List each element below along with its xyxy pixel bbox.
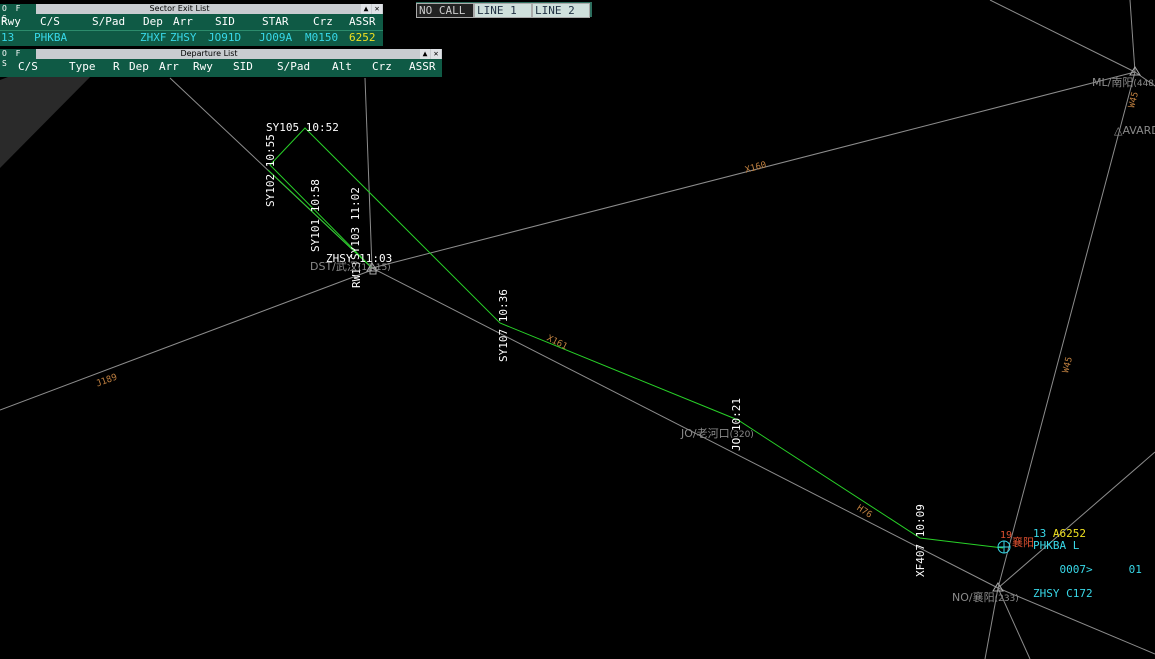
col-crz[interactable]: Crz xyxy=(313,15,333,28)
col-assr[interactable]: ASSR xyxy=(409,60,436,73)
col-assr[interactable]: ASSR xyxy=(349,15,376,28)
col-dep[interactable]: Dep xyxy=(143,15,163,28)
route-label-sy103[interactable]: SY103 11:02 xyxy=(349,187,362,260)
route-label-xf407[interactable]: XF407 10:09 xyxy=(914,504,927,577)
point-name: XF407 xyxy=(914,543,927,577)
sector-exit-list-titlebar[interactable]: O F S Sector Exit List ▲ ✕ xyxy=(0,4,383,23)
airway-n xyxy=(364,77,373,269)
route-label-sy105[interactable]: SY105 10:52 xyxy=(266,121,339,134)
cell-rwy[interactable]: 13 xyxy=(1,31,14,44)
col-star[interactable]: STAR xyxy=(262,15,289,28)
track-rwy: 13 xyxy=(1033,527,1047,540)
cell-star[interactable]: JO09A xyxy=(259,31,292,44)
fix-label-no[interactable]: NO/襄阳(233) xyxy=(952,589,1019,605)
fix-suffix: (13.15) xyxy=(357,263,391,273)
fix-name: DST/武汉 xyxy=(310,260,358,273)
fix-label-ml[interactable]: ML/南阳(448) xyxy=(1092,74,1155,90)
close-icon[interactable]: ✕ xyxy=(431,49,441,59)
track-ssr: A6252 xyxy=(1052,527,1086,540)
track-data-block[interactable]: 13 A6252 PHKBA L 0007> 01 ZHSY C172 xyxy=(1033,528,1142,600)
departure-list-panel: O F S Departure List ▲ ✕ C/S Type R Dep … xyxy=(0,49,442,77)
track-fix-label: 襄阳 xyxy=(1012,536,1034,549)
point-time: 10:55 xyxy=(264,134,277,168)
point-time: 10:58 xyxy=(309,179,322,213)
point-name: SY105 xyxy=(266,121,300,134)
col-rwy[interactable]: Rwy xyxy=(1,15,21,28)
line1-button[interactable]: LINE 1 xyxy=(474,3,532,18)
sector-exit-list-panel: O F S Sector Exit List ▲ ✕ Rwy C/S S/Pad… xyxy=(0,4,383,46)
flight-route xyxy=(269,127,1004,549)
col-sid[interactable]: SID xyxy=(215,15,235,28)
track-callsign[interactable]: PHKBA L xyxy=(1033,540,1142,552)
col-arr[interactable]: Arr xyxy=(159,60,179,73)
route-label-sy107[interactable]: SY107 10:36 xyxy=(497,289,510,362)
track-destination: ZHSY C172 xyxy=(1033,587,1093,600)
fix-name: ML/南阳 xyxy=(1092,76,1134,89)
col-spad[interactable]: S/Pad xyxy=(92,15,125,28)
cell-sid[interactable]: JO91D xyxy=(208,31,241,44)
point-time: 11:02 xyxy=(349,187,362,221)
line2-button[interactable]: LINE 2 xyxy=(532,3,590,18)
cell-crz[interactable]: M0150 xyxy=(305,31,338,44)
fix-label-jo[interactable]: JO/老河口(320) xyxy=(681,425,754,441)
fix-name: AVARD xyxy=(1122,124,1155,137)
col-r[interactable]: R xyxy=(113,60,120,73)
table-header: C/S Type R Dep Arr Rwy SID S/Pad Alt Crz… xyxy=(0,60,442,75)
point-time: 10:09 xyxy=(914,504,927,538)
airway-j189 xyxy=(0,269,373,411)
col-rwy[interactable]: Rwy xyxy=(193,60,213,73)
col-cs[interactable]: C/S xyxy=(18,60,38,73)
airway-w45 xyxy=(997,71,1136,589)
track-level: 0007> xyxy=(1059,563,1093,576)
airway-w45-north xyxy=(1129,0,1136,73)
panel-title: Sector Exit List xyxy=(149,4,210,13)
col-spad[interactable]: S/Pad xyxy=(277,60,310,73)
collapse-icon[interactable]: ▲ xyxy=(420,49,430,59)
close-icon[interactable]: ✕ xyxy=(372,4,382,14)
fix-name: JO/老河口 xyxy=(681,427,730,440)
departure-list-titlebar[interactable]: O F S Departure List ▲ ✕ xyxy=(0,49,442,68)
col-type[interactable]: Type xyxy=(69,60,96,73)
point-name: SY107 xyxy=(497,328,510,362)
col-sid[interactable]: SID xyxy=(233,60,253,73)
sector-shading xyxy=(0,65,95,168)
point-name: SY101 xyxy=(309,218,322,252)
table-row[interactable]: 13 PHKBA ZHXF ZHSY JO91D JO09A M0150 625… xyxy=(0,31,383,45)
col-arr[interactable]: Arr xyxy=(173,15,193,28)
col-alt[interactable]: Alt xyxy=(332,60,352,73)
airway-ne xyxy=(989,0,1136,73)
track-leader-label: 19 xyxy=(1000,530,1013,541)
point-time: 10:52 xyxy=(305,121,339,134)
point-time: 10:36 xyxy=(497,289,510,323)
fix-label-avard[interactable]: △AVARD xyxy=(1114,124,1155,137)
cell-dep[interactable]: ZHXF xyxy=(140,31,167,44)
cell-arr[interactable]: ZHSY xyxy=(170,31,197,44)
cell-cs[interactable]: PHKBA xyxy=(34,31,67,44)
aircraft-target[interactable] xyxy=(997,540,1011,554)
collapse-icon[interactable]: ▲ xyxy=(361,4,371,14)
route-label-sy102[interactable]: SY102 10:55 xyxy=(264,134,277,207)
cell-assr[interactable]: 6252 xyxy=(349,31,376,44)
col-cs[interactable]: C/S xyxy=(40,15,60,28)
table-header: Rwy C/S S/Pad Dep Arr SID STAR Crz ASSR xyxy=(0,15,383,31)
fix-suffix: (448) xyxy=(1133,79,1155,89)
call-bar: NO CALL LINE 1 LINE 2 xyxy=(416,2,592,18)
route-label-sy101[interactable]: SY101 10:58 xyxy=(309,179,322,252)
fix-name: NO/襄阳 xyxy=(952,591,995,604)
point-name: SY102 xyxy=(264,173,277,207)
fix-label-dst[interactable]: DST/武汉(13.15) xyxy=(310,258,391,274)
no-call-button[interactable]: NO CALL xyxy=(416,3,474,18)
radar-scope[interactable] xyxy=(0,0,1155,659)
fix-suffix: (233) xyxy=(994,594,1019,604)
col-crz[interactable]: Crz xyxy=(372,60,392,73)
fix-suffix: (320) xyxy=(729,430,754,440)
col-dep[interactable]: Dep xyxy=(129,60,149,73)
track-speed: 01 xyxy=(1128,563,1142,576)
panel-title: Departure List xyxy=(180,49,238,58)
